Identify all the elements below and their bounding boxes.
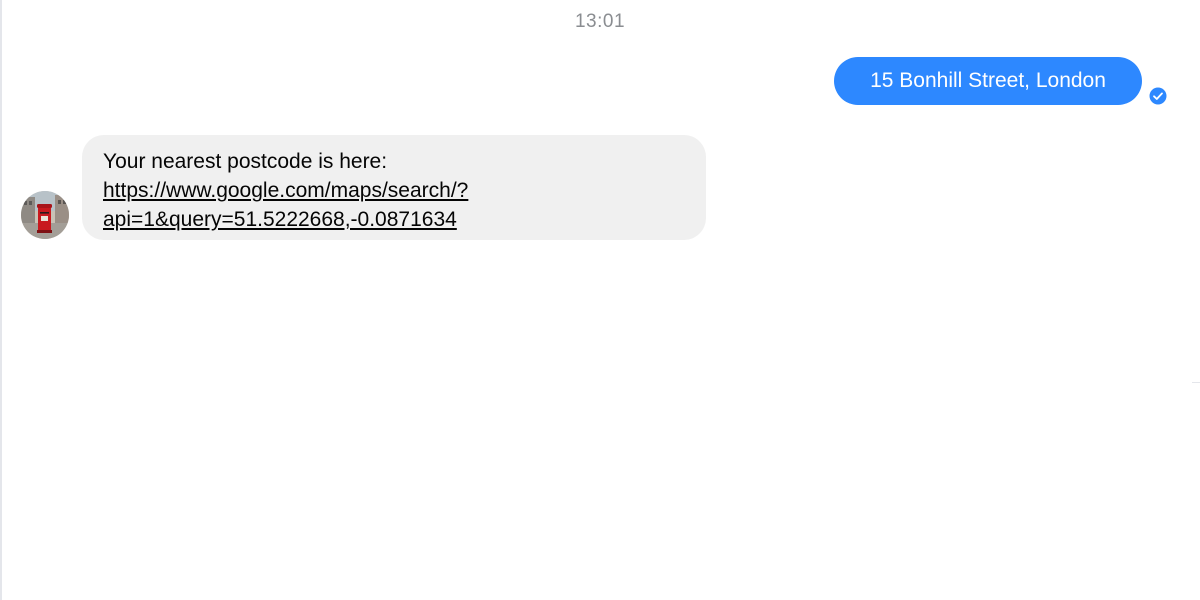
maps-link-line-2[interactable]: api=1&query=51.5222668,-0.0871634 [103, 205, 686, 234]
incoming-message-bubble[interactable]: Your nearest postcode is here: https://w… [82, 135, 706, 240]
postbox-avatar-image [21, 191, 69, 239]
chat-thread: 13:01 15 Bonhill Street, London Your nea… [0, 0, 1200, 600]
outgoing-message-text: 15 Bonhill Street, London [870, 69, 1106, 92]
maps-link-line-1[interactable]: https://www.google.com/maps/search/? [103, 176, 686, 205]
incoming-message-text: Your nearest postcode is here: [103, 150, 388, 173]
sender-avatar[interactable] [21, 191, 69, 239]
outgoing-message-bubble[interactable]: 15 Bonhill Street, London [834, 57, 1142, 105]
seen-check-icon [1149, 87, 1167, 105]
right-divider-tick [1192, 382, 1200, 383]
left-divider [0, 0, 2, 600]
message-timestamp: 13:01 [574, 11, 626, 32]
